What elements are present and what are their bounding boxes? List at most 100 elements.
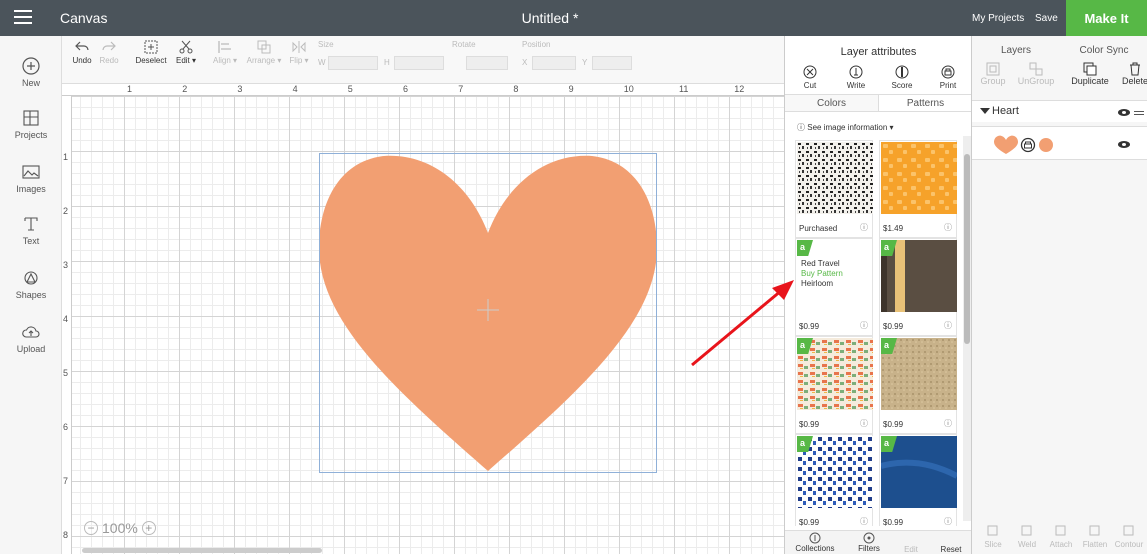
vertical-ruler: 1 2 3 4 5 6 7 8 [62,96,72,554]
pattern-tile[interactable]: a $0.99 ⓘ [795,434,873,526]
width-field[interactable] [328,56,378,70]
edit-button[interactable]: Edit ▾ [172,36,200,65]
sidebar-item-images[interactable]: Images [0,162,62,194]
ungroup-icon [1029,62,1043,76]
design-canvas[interactable]: − 100% + [72,96,784,554]
tab-colors[interactable]: Colors [785,95,878,111]
edit-pattern-button[interactable]: Edit [897,545,925,554]
layers-bottom-bar: Slice Weld Attach Flatten Contour [972,521,1147,554]
info-icon[interactable]: ⓘ [860,418,868,429]
info-icon[interactable]: ⓘ [944,516,952,526]
heart-thumbnail-icon [994,135,1018,154]
pattern-tile[interactable]: Purchased ⓘ [795,140,873,238]
filters-button[interactable]: Filters [849,531,889,553]
cut-button[interactable]: Cut [795,64,825,90]
sidebar-item-label: Projects [14,130,48,140]
layer-item-heart[interactable] [972,126,1147,160]
sidebar-item-text[interactable]: Text [0,214,62,246]
sidebar-item-new[interactable]: New [0,56,62,88]
position-label: Position [522,40,551,49]
deselect-button[interactable]: Deselect [134,36,168,65]
info-icon: ⓘ [797,123,805,132]
collapse-arrow-icon[interactable] [980,108,990,114]
ruler-tick-label: 4 [292,84,298,94]
ungroup-button[interactable]: UnGroup [1016,62,1056,86]
flip-button[interactable]: Flip ▾ [286,36,312,65]
ruler-tick-label: 6 [403,84,409,94]
zoom-in-button[interactable]: + [141,521,156,535]
see-image-information-link[interactable]: ⓘ See image information ▾ [797,122,894,133]
pattern-tile[interactable]: $1.49 ⓘ [879,140,957,238]
slice-button[interactable]: Slice [976,524,1010,549]
ruler-tick-label: 1 [63,152,69,162]
flatten-button[interactable]: Flatten [1078,524,1112,549]
delete-button[interactable]: Delete [1120,62,1147,86]
pattern-price: $0.99 [883,322,904,331]
align-button[interactable]: Align ▾ [208,36,242,65]
tab-layers[interactable]: Layers [972,45,1060,56]
undo-button[interactable]: Undo [68,36,96,65]
cut-icon [803,65,817,79]
info-icon[interactable]: ⓘ [944,320,952,331]
ungroup-label: UnGroup [1017,76,1055,86]
layer-group-heart[interactable]: Heart [972,100,1147,122]
weld-button[interactable]: Weld [1010,524,1044,549]
pattern-tile[interactable]: a $0.99 ⓘ [879,238,957,336]
attach-button[interactable]: Attach [1044,524,1078,549]
ruler-tick-label: 2 [63,206,69,216]
projects-icon [23,110,39,126]
x-position-field[interactable] [532,56,576,70]
score-icon [895,65,909,79]
arrange-button[interactable]: Arrange ▾ [244,36,284,65]
pattern-tile[interactable]: a $0.99 ⓘ [795,336,873,434]
zoom-out-button[interactable]: − [84,521,98,535]
contour-button[interactable]: Contour [1112,524,1146,549]
pattern-tile-red-travel[interactable]: a Red Travel Buy Pattern Heirloom $0.99 … [795,238,873,336]
size-label: Size [318,40,334,49]
info-icon[interactable]: ⓘ [944,418,952,429]
horizontal-ruler: 12345678910111213 [62,84,799,96]
scrollbar-thumb[interactable] [964,154,970,344]
scissors-icon [179,40,193,54]
duplicate-button[interactable]: Duplicate [1066,62,1114,86]
plus-circle-icon [22,57,40,75]
info-icon[interactable]: ⓘ [944,222,952,233]
pattern-price: $0.99 [799,518,820,526]
redo-icon [102,41,116,51]
reset-button[interactable]: Reset [935,545,967,554]
sidebar-item-projects[interactable]: Projects [0,108,62,140]
eye-icon[interactable] [1118,109,1130,116]
info-icon[interactable]: ⓘ [860,320,868,331]
layers-tabs: Layers Color Sync [972,45,1147,56]
redo-button[interactable]: Redo [96,36,122,65]
selection-bounding-box [319,153,657,473]
horizontal-scrollbar[interactable] [82,548,322,553]
info-icon[interactable]: ⓘ [860,222,868,233]
pattern-tile[interactable]: a $0.99 ⓘ [879,336,957,434]
rotate-field[interactable] [466,56,508,70]
my-projects-link[interactable]: My Projects [972,13,1024,24]
height-field[interactable] [394,56,444,70]
print-then-cut-icon [1020,137,1036,153]
slice-icon [987,525,998,536]
save-button[interactable]: Save [1035,13,1058,24]
tab-color-sync[interactable]: Color Sync [1060,45,1147,56]
buy-pattern-link[interactable]: Buy Pattern [801,269,843,279]
pattern-tile[interactable]: a $0.99 ⓘ [879,434,957,526]
info-icon[interactable]: ⓘ [860,516,868,526]
y-position-field[interactable] [592,56,632,70]
drag-handle-icon[interactable] [1134,111,1144,112]
attach-label: Attach [1049,540,1073,549]
patterns-scrollbar[interactable] [963,136,971,521]
color-swatch-icon[interactable] [1038,137,1054,153]
make-it-button[interactable]: Make It [1066,0,1147,36]
tab-patterns[interactable]: Patterns [878,95,972,111]
sidebar-item-upload[interactable]: Upload [0,322,62,354]
group-button[interactable]: Group [978,62,1008,86]
write-button[interactable]: Write [841,64,871,90]
print-button[interactable]: Print [933,64,963,90]
eye-icon[interactable] [1118,141,1130,148]
sidebar-item-shapes[interactable]: Shapes [0,268,62,300]
collections-button[interactable]: Collections [793,531,837,553]
score-button[interactable]: Score [887,64,917,90]
